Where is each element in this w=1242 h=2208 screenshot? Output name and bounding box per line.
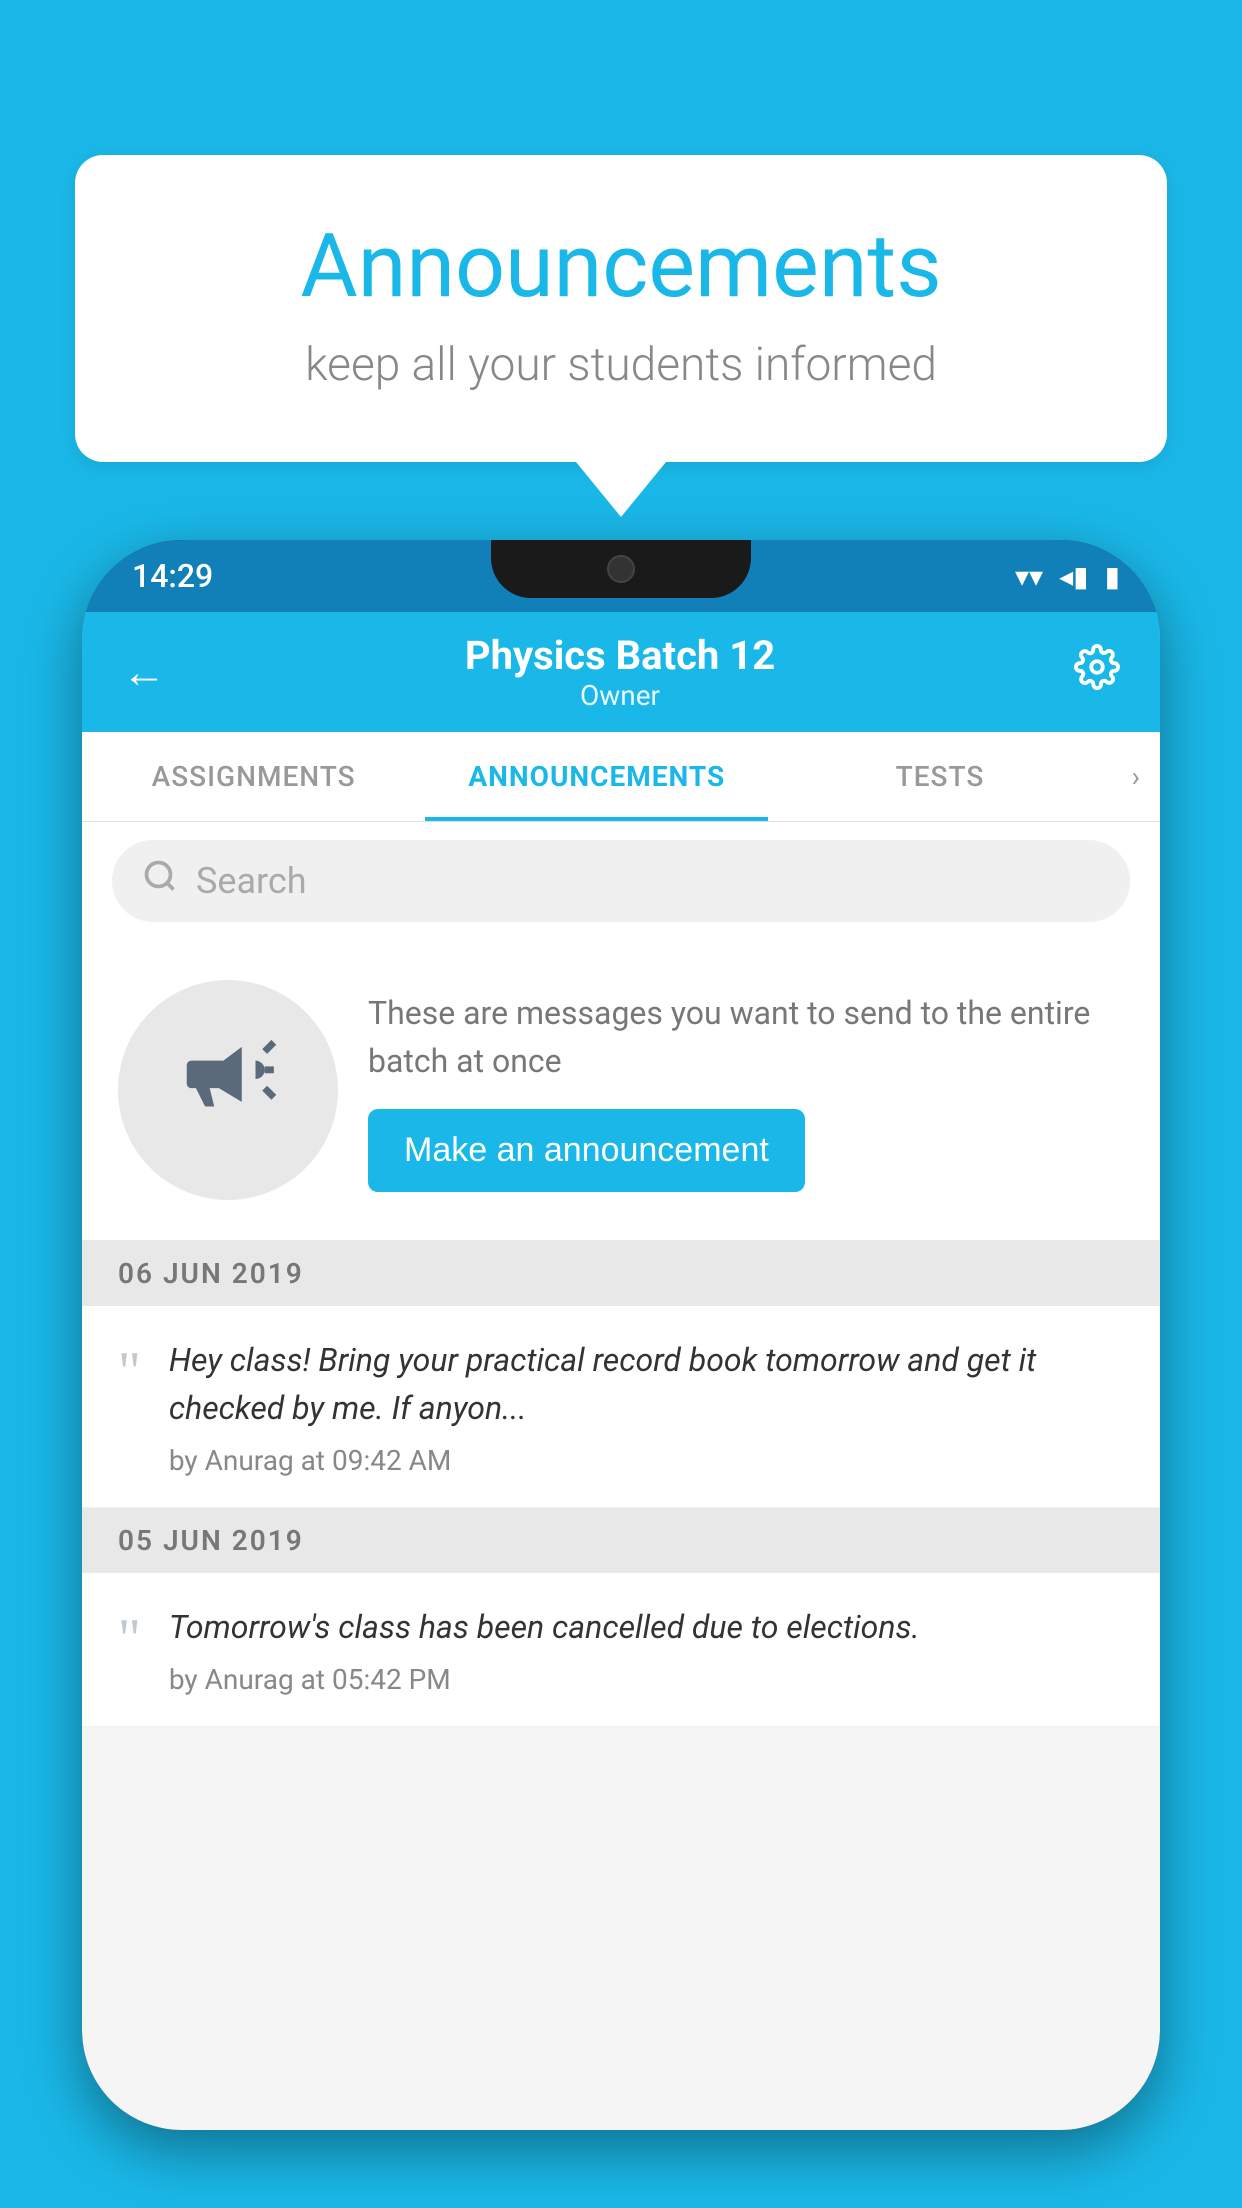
status-icons: ▾▾ ◂▮ ▮ (1015, 560, 1120, 593)
settings-button[interactable] (1074, 644, 1120, 701)
announcement-content-2: Tomorrow's class has been cancelled due … (169, 1603, 1124, 1696)
announcement-meta-1: by Anurag at 09:42 AM (169, 1444, 1124, 1477)
announcement-item-1[interactable]: " Hey class! Bring your practical record… (82, 1306, 1160, 1508)
tab-more[interactable]: › (1112, 732, 1160, 821)
tab-assignments[interactable]: ASSIGNMENTS (82, 732, 425, 821)
phone-wrapper: 14:29 ▾▾ ◂▮ ▮ ← Physics Batch 12 Owner (82, 540, 1160, 2208)
back-button[interactable]: ← (122, 646, 166, 698)
app-header: ← Physics Batch 12 Owner (82, 612, 1160, 732)
search-container: Search (82, 822, 1160, 940)
announcement-text-2: Tomorrow's class has been cancelled due … (169, 1603, 1124, 1651)
status-time: 14:29 (132, 557, 213, 595)
announcement-meta-2: by Anurag at 05:42 PM (169, 1663, 1124, 1696)
quote-icon-1: " (118, 1344, 141, 1400)
speech-bubble-title: Announcements (155, 215, 1087, 318)
announcement-text-1: Hey class! Bring your practical record b… (169, 1336, 1124, 1432)
announcement-content-1: Hey class! Bring your practical record b… (169, 1336, 1124, 1477)
tabs-bar: ASSIGNMENTS ANNOUNCEMENTS TESTS › (82, 732, 1160, 822)
signal-icon: ◂▮ (1059, 560, 1088, 593)
announcement-item-2[interactable]: " Tomorrow's class has been cancelled du… (82, 1573, 1160, 1727)
speech-bubble-section: Announcements keep all your students inf… (75, 155, 1167, 517)
tab-tests[interactable]: TESTS (768, 732, 1111, 821)
date-separator-1: 06 JUN 2019 (82, 1241, 1160, 1306)
promo-icon-circle (118, 980, 338, 1200)
phone-notch (491, 540, 751, 598)
promo-right: These are messages you want to send to t… (368, 989, 1124, 1192)
megaphone-icon (173, 1024, 283, 1156)
search-placeholder: Search (196, 860, 307, 902)
header-center: Physics Batch 12 Owner (465, 632, 775, 712)
quote-icon-2: " (118, 1611, 141, 1667)
speech-bubble-arrow (576, 462, 666, 517)
search-bar[interactable]: Search (112, 840, 1130, 922)
front-camera (607, 555, 635, 583)
wifi-icon: ▾▾ (1015, 560, 1043, 593)
tab-announcements[interactable]: ANNOUNCEMENTS (425, 732, 768, 821)
date-separator-2: 05 JUN 2019 (82, 1508, 1160, 1573)
search-icon (142, 858, 178, 904)
header-subtitle: Owner (465, 679, 775, 712)
promo-description: These are messages you want to send to t… (368, 989, 1124, 1085)
header-title: Physics Batch 12 (465, 632, 775, 679)
battery-icon: ▮ (1105, 560, 1120, 593)
make-announcement-button[interactable]: Make an announcement (368, 1109, 805, 1192)
phone-frame: 14:29 ▾▾ ◂▮ ▮ ← Physics Batch 12 Owner (82, 540, 1160, 2130)
app-content: ← Physics Batch 12 Owner ASSIGNMENTS (82, 612, 1160, 2130)
speech-bubble-subtitle: keep all your students informed (155, 338, 1087, 392)
promo-area: These are messages you want to send to t… (82, 940, 1160, 1241)
speech-bubble-card: Announcements keep all your students inf… (75, 155, 1167, 462)
